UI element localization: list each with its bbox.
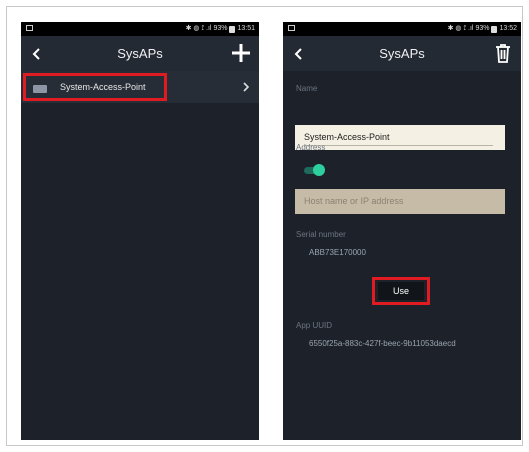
battery-percent: 93% bbox=[213, 25, 228, 32]
host-input[interactable]: Host name or IP address bbox=[295, 189, 505, 214]
status-icons: ✱ ◍ ⟟ .ıl bbox=[185, 25, 212, 32]
screenshot-icon bbox=[26, 25, 33, 31]
sysap-detail-screen: ✱ ◍ ⟟ .ıl 93% 13:52 SysAPs Name System-A… bbox=[283, 22, 521, 440]
list-item[interactable]: System-Access-Point bbox=[21, 71, 259, 103]
back-button[interactable] bbox=[27, 44, 47, 64]
trash-icon bbox=[496, 44, 510, 63]
page-title: SysAPs bbox=[379, 46, 425, 61]
name-value: System-Access-Point bbox=[304, 132, 390, 142]
plus-icon bbox=[232, 44, 250, 62]
serial-label: Serial number bbox=[296, 230, 346, 239]
battery-percent: 93% bbox=[475, 25, 490, 32]
app-bar: SysAPs bbox=[21, 36, 259, 71]
screenshot-icon bbox=[288, 25, 295, 31]
address-toggle[interactable] bbox=[304, 164, 326, 176]
name-field[interactable]: System-Access-Point bbox=[295, 125, 505, 150]
sysaps-list-screen: ✱ ◍ ⟟ .ıl 93% 13:51 SysAPs System-Access… bbox=[21, 22, 259, 440]
highlight-box bbox=[23, 73, 167, 101]
status-time: 13:52 bbox=[499, 25, 517, 32]
toggle-thumb bbox=[313, 164, 325, 176]
battery-icon bbox=[491, 25, 498, 33]
app-bar: SysAPs bbox=[283, 36, 521, 71]
battery-icon bbox=[229, 25, 236, 33]
status-bar: ✱ ◍ ⟟ .ıl 93% 13:51 bbox=[21, 22, 259, 36]
status-bar: ✱ ◍ ⟟ .ıl 93% 13:52 bbox=[283, 22, 521, 36]
add-sysap-button[interactable] bbox=[229, 41, 253, 65]
input-underline bbox=[304, 145, 493, 146]
highlight-box: Use bbox=[372, 277, 430, 305]
status-icons: ✱ ◍ ⟟ .ıl bbox=[447, 25, 474, 32]
status-time: 13:51 bbox=[237, 25, 255, 32]
uuid-label: App UUID bbox=[296, 321, 333, 330]
use-button[interactable]: Use bbox=[378, 282, 424, 300]
host-placeholder: Host name or IP address bbox=[304, 196, 404, 206]
chevron-left-icon bbox=[294, 48, 302, 60]
chevron-left-icon bbox=[32, 48, 40, 60]
uuid-value: 6550f25a-883c-427f-beec-9b11053daecd bbox=[309, 339, 456, 348]
page-title: SysAPs bbox=[117, 46, 163, 61]
chevron-right-icon bbox=[243, 82, 250, 92]
delete-button[interactable] bbox=[493, 42, 513, 64]
serial-value: ABB73E170000 bbox=[309, 248, 366, 257]
back-button[interactable] bbox=[289, 44, 309, 64]
name-label: Name bbox=[296, 84, 318, 93]
address-label: Address bbox=[296, 143, 326, 152]
